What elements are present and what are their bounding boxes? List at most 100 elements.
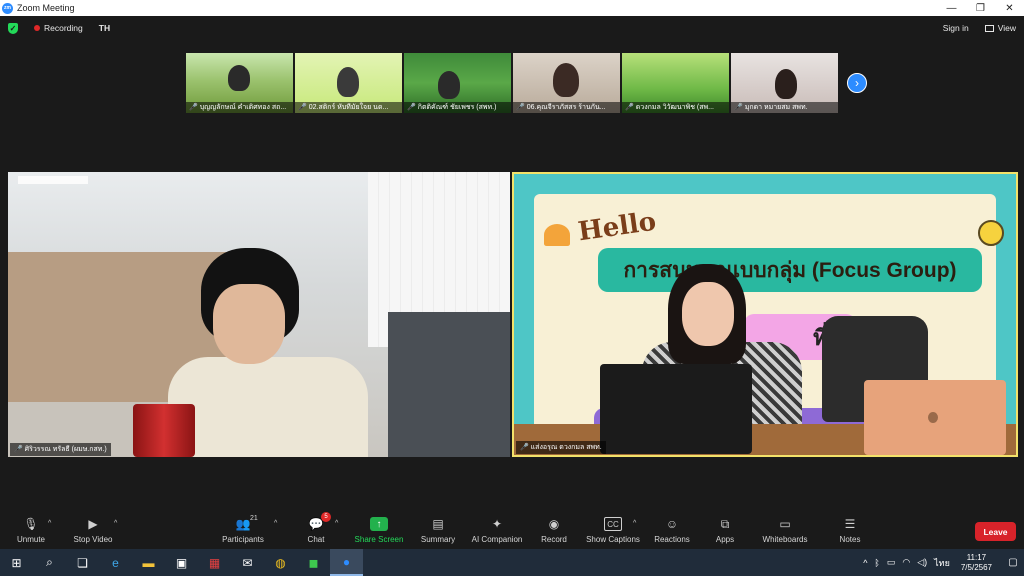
participant-thumbnail[interactable]: 🎤 กิตติคัณฑ์ ชัยเพชร (สพท.) [404, 53, 511, 113]
video-camera-icon: ▶ [88, 517, 98, 531]
sun-icon [978, 220, 1004, 246]
window-title: Zoom Meeting [17, 3, 75, 13]
participants-label: Participants [222, 535, 264, 544]
taskbar-clock[interactable]: 11:17 7/5/2567 [961, 553, 992, 573]
muted-mic-icon: 🎤 [407, 104, 416, 111]
bluetooth-icon[interactable]: ᛒ [874, 558, 879, 568]
summary-button[interactable]: ▤ Summary [418, 512, 458, 549]
record-label: Record [541, 535, 567, 544]
muted-mic-icon: 🎤 [516, 104, 525, 111]
volume-icon[interactable]: ◁) [917, 557, 927, 568]
participant-thumbnail[interactable]: 🎤 06.คุณจีราภัสสร ร้านกัน... [513, 53, 620, 113]
recording-label[interactable]: Recording [44, 23, 83, 33]
chat-label: Chat [307, 535, 325, 544]
share-screen-arrow-icon: ↑ [370, 517, 388, 531]
top-right-actions: Sign in View [943, 16, 1016, 40]
video-name-tag: 🎤 ศิริวรรณ ทรัลธี (ผมษ.กสท.) [10, 443, 111, 456]
minimize-button[interactable]: — [937, 0, 966, 16]
leave-button[interactable]: Leave [975, 522, 1016, 541]
reaction-smiley-icon: ☺ [665, 517, 679, 531]
clock-date: 7/5/2567 [960, 562, 992, 572]
participant-name: 06.คุณจีราภัสสร ร้านกัน... [526, 104, 606, 111]
muted-mic-icon: 🎙 [23, 517, 39, 531]
show-hidden-icons-caret-icon[interactable]: ^ [863, 558, 867, 568]
windows-start-icon[interactable]: ⊞ [0, 549, 33, 576]
line-app-icon[interactable]: ◼ [297, 549, 330, 576]
file-explorer-icon[interactable]: ▬ [132, 549, 165, 576]
close-button[interactable]: ✕ [995, 0, 1024, 16]
participant-avatar [438, 71, 460, 99]
record-button[interactable]: ◉ Record [538, 512, 570, 549]
participants-icon: 👥 21 [235, 515, 258, 531]
video-scene [600, 364, 752, 454]
notifications-icon[interactable]: ▢ [1002, 549, 1024, 576]
chrome-icon[interactable]: ◍ [264, 549, 297, 576]
clock-time: 11:17 [966, 552, 987, 562]
video-options-caret-icon[interactable]: ^ [114, 520, 117, 527]
captions-caret-icon[interactable]: ^ [633, 520, 636, 527]
whiteboards-button[interactable]: ▭ Whiteboards [760, 512, 810, 549]
stop-video-button[interactable]: ▶ Stop Video [70, 512, 116, 549]
stop-video-label: Stop Video [73, 535, 113, 544]
whiteboard-icon: ▭ [779, 517, 791, 531]
chat-caret-icon[interactable]: ^ [335, 520, 338, 527]
reactions-button[interactable]: ☺ Reactions [652, 512, 692, 549]
sign-in-link[interactable]: Sign in [943, 23, 969, 33]
title-bar: zm Zoom Meeting — ❐ ✕ [0, 0, 1024, 16]
participant-thumbnail[interactable]: 🎤 02.สติกร์ หับทีมัยใจย นด... [295, 53, 402, 113]
notes-label: Notes [839, 535, 861, 544]
chat-button[interactable]: 💬 5 Chat [303, 512, 331, 549]
mail-icon[interactable]: ✉ [231, 549, 264, 576]
video-name-tag: 🎤 แส่งอรุณ ดวงกมล สพท. [516, 441, 606, 454]
next-page-arrow-icon[interactable]: › [847, 73, 867, 93]
zoom-window: zm Zoom Meeting — ❐ ✕ ✓ Recording TH Sig… [0, 0, 1024, 576]
chat-unread-badge: 5 [321, 512, 331, 522]
show-captions-button[interactable]: CC Show Captions [584, 512, 642, 549]
input-language[interactable]: ไทย [934, 556, 950, 570]
meeting-top-bar: ✓ Recording TH Sign in View [0, 16, 1024, 40]
video-tile-left[interactable]: 🎤 ศิริวรรณ ทรัลธี (ผมษ.กสท.) [8, 172, 510, 457]
audio-options-caret-icon[interactable]: ^ [48, 520, 51, 527]
participant-avatar [337, 67, 359, 97]
view-label: View [997, 23, 1016, 33]
task-view-icon[interactable]: ❏ [66, 549, 99, 576]
participants-button[interactable]: 👥 21 Participants [218, 512, 268, 549]
store-icon[interactable]: ▣ [165, 549, 198, 576]
slide-hello-text: Hello [576, 206, 658, 248]
unmute-button[interactable]: 🎙 Unmute [10, 512, 52, 549]
muted-mic-icon: 🎤 [625, 104, 634, 111]
user-initials[interactable]: TH [99, 23, 110, 33]
captions-cc-icon: CC [604, 517, 622, 531]
participant-count: 21 [250, 515, 258, 522]
participants-caret-icon[interactable]: ^ [274, 520, 277, 527]
participant-thumbnail[interactable]: 🎤 บุญญลักษณ์ คำเติศทอง สถ... [186, 53, 293, 113]
thumbnail-caption: 🎤 กิตติคัณฑ์ ชัยเพชร (สพท.) [404, 102, 511, 113]
zoom-taskbar-icon[interactable]: ● [330, 549, 363, 576]
share-screen-button[interactable]: ↑ Share Screen [352, 512, 406, 549]
video-tile-right-active[interactable]: Hello การสนทนาแบบกลุ่ม (Focus Group) ที่… [512, 172, 1018, 457]
participant-video [168, 357, 368, 457]
system-tray: ^ ᛒ ▭ ◠ ◁) ไทย 11:17 7/5/2567 ▢ [863, 549, 1024, 576]
apple-logo-icon [928, 412, 938, 423]
participant-thumbnail[interactable]: 🎤 มุกดา หมายสม สพท. [731, 53, 838, 113]
participant-avatar [775, 69, 797, 99]
gift-icon[interactable]: ▦ [198, 549, 231, 576]
participant-name: ดวงกมล วิวัฒนาพิช (สพ... [635, 104, 714, 111]
security-shield-icon[interactable]: ✓ [8, 22, 18, 34]
participant-name: มุกดา หมายสม สพท. [744, 104, 808, 111]
edge-browser-icon[interactable]: e [99, 549, 132, 576]
battery-icon[interactable]: ▭ [887, 557, 896, 568]
muted-mic-icon: 🎤 [189, 104, 198, 111]
wifi-icon[interactable]: ◠ [902, 557, 910, 568]
summary-label: Summary [420, 535, 456, 544]
search-icon[interactable]: ⌕ [33, 549, 66, 576]
share-screen-label: Share Screen [354, 535, 404, 544]
notes-button[interactable]: ☰ Notes [836, 512, 864, 549]
ai-companion-button[interactable]: ✦ AI Companion [468, 512, 526, 549]
window-controls: — ❐ ✕ [937, 0, 1024, 16]
record-icon: ◉ [548, 517, 560, 531]
participant-thumbnail[interactable]: 🎤 ดวงกมล วิวัฒนาพิช (สพ... [622, 53, 729, 113]
apps-button[interactable]: ⧉ Apps [712, 512, 738, 549]
view-button[interactable]: View [984, 23, 1016, 33]
maximize-button[interactable]: ❐ [966, 0, 995, 16]
